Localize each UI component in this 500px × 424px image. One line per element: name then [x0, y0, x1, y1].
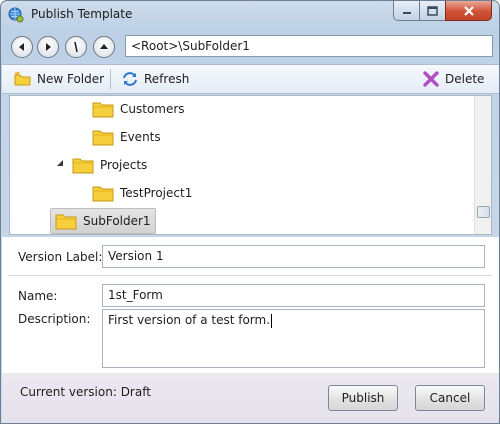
tree-item-label: Customers: [120, 102, 185, 116]
folder-tree[interactable]: Customers Events Projects TestProject1 S…: [9, 95, 492, 235]
refresh-button[interactable]: Refresh: [121, 68, 189, 90]
tree-item-testproject1[interactable]: TestProject1: [92, 181, 192, 205]
minimize-button[interactable]: [393, 1, 420, 21]
folder-icon: [55, 214, 77, 230]
tree-item-customers[interactable]: Customers: [92, 97, 185, 121]
address-bar[interactable]: <Root>\SubFolder1: [125, 35, 493, 57]
forward-icon: [46, 43, 51, 51]
delete-label: Delete: [445, 72, 485, 86]
up-icon: [100, 44, 108, 49]
toolbar-separator: [110, 69, 111, 89]
collapse-arrow-icon[interactable]: [56, 159, 64, 167]
folder-icon: [92, 130, 114, 146]
tree-item-projects[interactable]: Projects: [72, 153, 147, 177]
tree-item-label: Projects: [100, 158, 148, 172]
title-bar: Publish Template: [1, 1, 499, 29]
tree-item-label: Events: [120, 130, 161, 144]
version-label-caption: Version Label:: [18, 250, 103, 264]
refresh-label: Refresh: [144, 72, 190, 86]
tree-scrollbar[interactable]: [474, 96, 491, 234]
close-button[interactable]: [445, 1, 492, 21]
description-caption: Description:: [18, 312, 91, 326]
footer-bar: Current version: Draft Publish Cancel: [2, 373, 499, 423]
delete-icon: [423, 71, 439, 87]
back-icon: [19, 43, 24, 51]
cancel-button[interactable]: Cancel: [415, 385, 485, 411]
tree-item-label: TestProject1: [120, 186, 193, 200]
publish-button[interactable]: Publish: [328, 385, 398, 411]
delete-button[interactable]: Delete: [422, 68, 484, 90]
navigation-bar: <Root>\SubFolder1: [9, 33, 493, 59]
folder-open-icon: [72, 158, 94, 174]
globe-gear-icon: [8, 7, 24, 23]
tree-item-label: SubFolder1: [83, 214, 151, 228]
new-folder-label: New Folder: [37, 72, 105, 86]
description-text: First version of a test form.: [108, 313, 271, 327]
refresh-icon: [123, 72, 137, 86]
window-title: Publish Template: [31, 7, 133, 21]
folder-icon: [92, 102, 114, 118]
version-label-input[interactable]: Version 1: [102, 245, 485, 268]
current-version-text: Current version: Draft: [20, 385, 151, 399]
name-caption: Name:: [18, 289, 58, 303]
publish-template-window: Publish Template <Root>\SubFolder1 New F…: [0, 0, 500, 424]
maximize-button[interactable]: [419, 1, 446, 21]
minimize-icon: [402, 11, 411, 14]
new-folder-icon: [14, 71, 31, 86]
refresh-nav-icon: [74, 41, 78, 53]
close-icon: [463, 5, 474, 16]
up-button[interactable]: [93, 36, 115, 58]
folder-icon: [92, 186, 114, 202]
tree-item-events[interactable]: Events: [92, 125, 161, 149]
forward-button[interactable]: [37, 36, 59, 58]
description-textarea[interactable]: First version of a test form.: [102, 309, 485, 368]
name-input[interactable]: 1st_Form: [102, 284, 485, 307]
text-cursor: [271, 313, 273, 328]
maximize-icon: [427, 5, 438, 16]
divider: [8, 275, 492, 276]
tree-item-subfolder1[interactable]: SubFolder1: [50, 208, 156, 234]
back-button[interactable]: [11, 36, 33, 58]
new-folder-button[interactable]: New Folder: [14, 68, 104, 90]
toolbar: New Folder Refresh Delete: [2, 64, 499, 94]
refresh-nav-button[interactable]: [65, 36, 87, 58]
scrollbar-thumb[interactable]: [477, 206, 490, 218]
